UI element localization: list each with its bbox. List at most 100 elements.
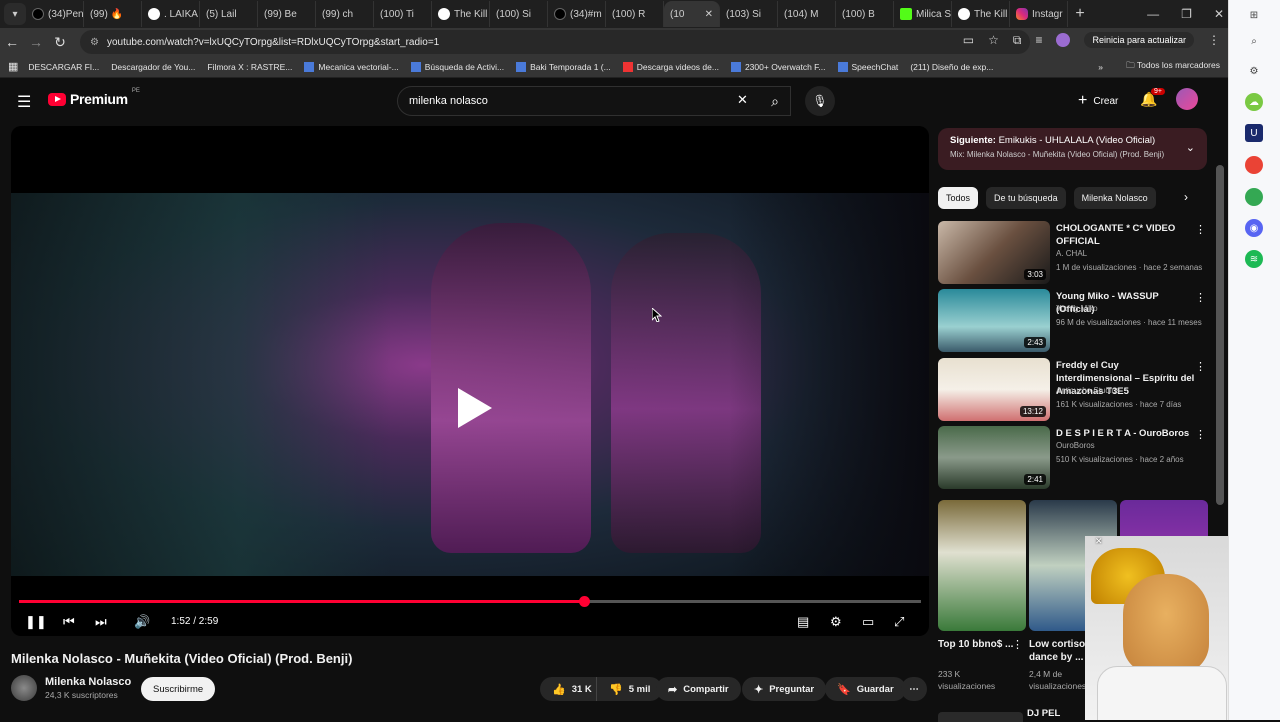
all-bookmarks-link[interactable]: 🗀 Todos los marcadores bbox=[1126, 60, 1220, 74]
progress-scrubber[interactable] bbox=[579, 596, 590, 607]
browser-tab[interactable]: (10 ✕ bbox=[0, 1, 720, 91]
menu-kebab-icon[interactable]: ⋮ bbox=[1208, 33, 1220, 47]
chrome-profile-icon[interactable] bbox=[1245, 188, 1263, 206]
spotify-icon[interactable]: ≋ bbox=[1245, 250, 1263, 268]
browser-tab[interactable]: (99) Be bbox=[0, 1, 316, 91]
short-title[interactable]: Top 10 bbno$ ... bbox=[938, 638, 1014, 651]
bookmark-item[interactable]: Descarga videos de... bbox=[622, 61, 719, 72]
search-input[interactable]: milenka nolasco bbox=[397, 86, 791, 116]
short-thumbnail[interactable] bbox=[938, 500, 1026, 631]
play-overlay-icon[interactable] bbox=[448, 384, 496, 432]
browser-tab[interactable]: (103) Si bbox=[0, 1, 778, 91]
apps-grid-icon[interactable]: ▦ bbox=[8, 60, 18, 73]
back-icon[interactable]: ← bbox=[0, 34, 24, 50]
next-item-title[interactable]: DJ PEL bbox=[1027, 708, 1060, 719]
menu-icon[interactable]: ☰ bbox=[17, 92, 31, 112]
picture-in-picture-overlay[interactable]: ✕ bbox=[1085, 536, 1228, 720]
next-icon[interactable]: ⏭ bbox=[95, 614, 107, 630]
more-vertical-icon[interactable]: ⋮ bbox=[1195, 223, 1206, 236]
chevron-right-icon[interactable]: › bbox=[1184, 190, 1188, 204]
next-item-thumbnail[interactable] bbox=[938, 712, 1023, 722]
close-overlay-icon[interactable]: ✕ bbox=[1095, 536, 1103, 547]
bookmark-item[interactable]: DESCARGAR FI... bbox=[0, 62, 99, 145]
page-scrollbar[interactable] bbox=[1216, 165, 1224, 505]
browser-tab[interactable]: (99) 🔥 bbox=[0, 1, 142, 91]
theater-mode-icon[interactable]: ▭ bbox=[862, 614, 874, 630]
browser-tab[interactable]: The Kill bbox=[432, 1, 490, 27]
browser-tab[interactable]: (100) Si bbox=[0, 1, 548, 91]
recommendation-channel[interactable]: Young Miko bbox=[1056, 304, 1098, 313]
save-button[interactable]: 🔖 Guardar bbox=[825, 677, 906, 701]
update-button[interactable]: Reinicia para actualizar bbox=[1084, 32, 1194, 48]
browser-tab[interactable]: (5) Lail bbox=[0, 1, 258, 91]
more-actions-button[interactable]: ⋯ bbox=[901, 677, 927, 701]
recommendation-item[interactable]: 2:41 D E S P I E R T A - OuroBoros OuroBor… bbox=[938, 426, 1208, 490]
short-more-icon[interactable]: ⋮ bbox=[1012, 638, 1023, 651]
search-side-icon[interactable]: ⌕ bbox=[1245, 32, 1263, 50]
subtitles-icon[interactable]: ▤ bbox=[797, 614, 809, 630]
browser-tab[interactable]: Milica S bbox=[894, 1, 952, 27]
browser-tab[interactable]: The Kill bbox=[952, 1, 1010, 27]
create-button[interactable]: + Crear bbox=[1068, 87, 1128, 115]
recommendation-channel[interactable]: OuroBoros bbox=[1056, 441, 1095, 450]
browser-tab[interactable]: (100) R bbox=[0, 1, 664, 91]
fullscreen-icon[interactable]: ⤢ bbox=[894, 614, 904, 630]
recommendation-thumbnail[interactable]: 2:43 bbox=[938, 289, 1050, 352]
channel-avatar[interactable] bbox=[11, 675, 37, 701]
bookmark-item[interactable]: Filmora X : RASTRE... bbox=[0, 62, 292, 145]
chevron-down-icon[interactable]: ⌄ bbox=[1186, 141, 1195, 154]
site-info-icon[interactable]: ⚙ bbox=[90, 37, 99, 48]
bookmark-item[interactable]: Descargador de You... bbox=[0, 62, 195, 145]
bookmark-item[interactable]: Baki Temporada 1 (... bbox=[516, 61, 611, 72]
minimize-icon[interactable]: — bbox=[1147, 7, 1159, 21]
browser-tab[interactable]: Instagr bbox=[1010, 1, 1068, 27]
extensions-icon[interactable]: ⧉ bbox=[1013, 33, 1022, 48]
clear-search-icon[interactable]: ✕ bbox=[737, 92, 748, 108]
recommendation-item[interactable]: 2:43 Young Miko - WASSUP (Official) Young … bbox=[938, 289, 1208, 353]
more-vertical-icon[interactable]: ⋮ bbox=[1195, 428, 1206, 441]
more-vertical-icon[interactable]: ⋮ bbox=[1195, 291, 1206, 304]
bookmark-item[interactable]: Mecanica vectorial-... bbox=[304, 61, 399, 72]
recommendation-channel[interactable]: A. CHAL bbox=[1056, 249, 1087, 258]
bookmark-item[interactable]: (211) Diseño de exp... bbox=[0, 62, 993, 145]
forward-icon[interactable]: → bbox=[24, 34, 48, 50]
settings-icon[interactable]: ⚙ bbox=[830, 614, 842, 630]
settings-side-icon[interactable]: ⚙ bbox=[1245, 62, 1263, 80]
dislike-button[interactable]: 👎 5 mil bbox=[596, 677, 663, 701]
filter-chip[interactable]: Todos bbox=[938, 187, 979, 209]
search-button[interactable]: ⌕ bbox=[760, 86, 790, 116]
cloud-app-icon[interactable]: ☁ bbox=[1245, 93, 1263, 111]
bookmark-star-icon[interactable]: ☆ bbox=[988, 33, 999, 47]
close-tab-icon[interactable]: ✕ bbox=[705, 9, 713, 20]
voice-search-button[interactable]: 🎙 bbox=[805, 86, 835, 116]
windows-icon[interactable]: ⊞ bbox=[1245, 6, 1263, 24]
up-next-panel[interactable]: Siguiente: Emikukis - UHLALALA (Video Of… bbox=[938, 128, 1207, 170]
recommendation-item[interactable]: 3:03 CHOLOGANTE * C* VIDEO OFFICIAL A. CHA… bbox=[938, 221, 1208, 285]
subscribe-button[interactable]: Suscribirme bbox=[141, 677, 216, 701]
browser-tab[interactable]: (104) M bbox=[0, 1, 836, 91]
video-player[interactable]: ❚❚ ⏮ ⏭ 🔊 1:52 / 2:59 ▤ ⚙ ▭ ⤢ bbox=[11, 126, 929, 636]
browser-tab[interactable]: (99) ch bbox=[0, 1, 374, 91]
more-vertical-icon[interactable]: ⋮ bbox=[1195, 360, 1206, 373]
browser-tab[interactable]: (34)#m bbox=[548, 1, 606, 27]
browser-tab[interactable]: (34)Pen bbox=[26, 1, 84, 27]
cast-icon[interactable]: ▭ bbox=[963, 33, 974, 47]
pause-icon[interactable]: ❚❚ bbox=[25, 614, 47, 630]
profile-icon[interactable] bbox=[1056, 33, 1071, 47]
reload-icon[interactable]: ↻ bbox=[48, 34, 72, 51]
bookmark-item[interactable]: SpeechChat bbox=[837, 61, 898, 72]
recommendation-thumbnail[interactable]: 2:41 bbox=[938, 426, 1050, 489]
filter-chip[interactable]: Milenka Nolasco bbox=[1073, 187, 1156, 209]
youtube-premium-logo[interactable]: Premium PE bbox=[48, 88, 140, 107]
share-button[interactable]: ➦ Compartir bbox=[656, 677, 741, 701]
channel-name[interactable]: Milenka Nolasco bbox=[45, 676, 131, 688]
bookmarks-overflow-icon[interactable]: » bbox=[1098, 62, 1103, 72]
browser-tab[interactable]: (100) B bbox=[0, 1, 894, 91]
discord-icon[interactable]: ◉ bbox=[1245, 219, 1263, 237]
browser-tab[interactable]: . LAIKA bbox=[142, 1, 200, 27]
account-avatar[interactable] bbox=[1176, 88, 1198, 110]
u-app-icon[interactable]: U bbox=[1245, 124, 1263, 142]
recommendation-title[interactable]: D E S P I E R T A - OuroBoros bbox=[1056, 427, 1196, 440]
close-window-icon[interactable]: ✕ bbox=[1214, 7, 1224, 21]
bookmark-item[interactable]: 2300+ Overwatch F... bbox=[730, 61, 826, 72]
